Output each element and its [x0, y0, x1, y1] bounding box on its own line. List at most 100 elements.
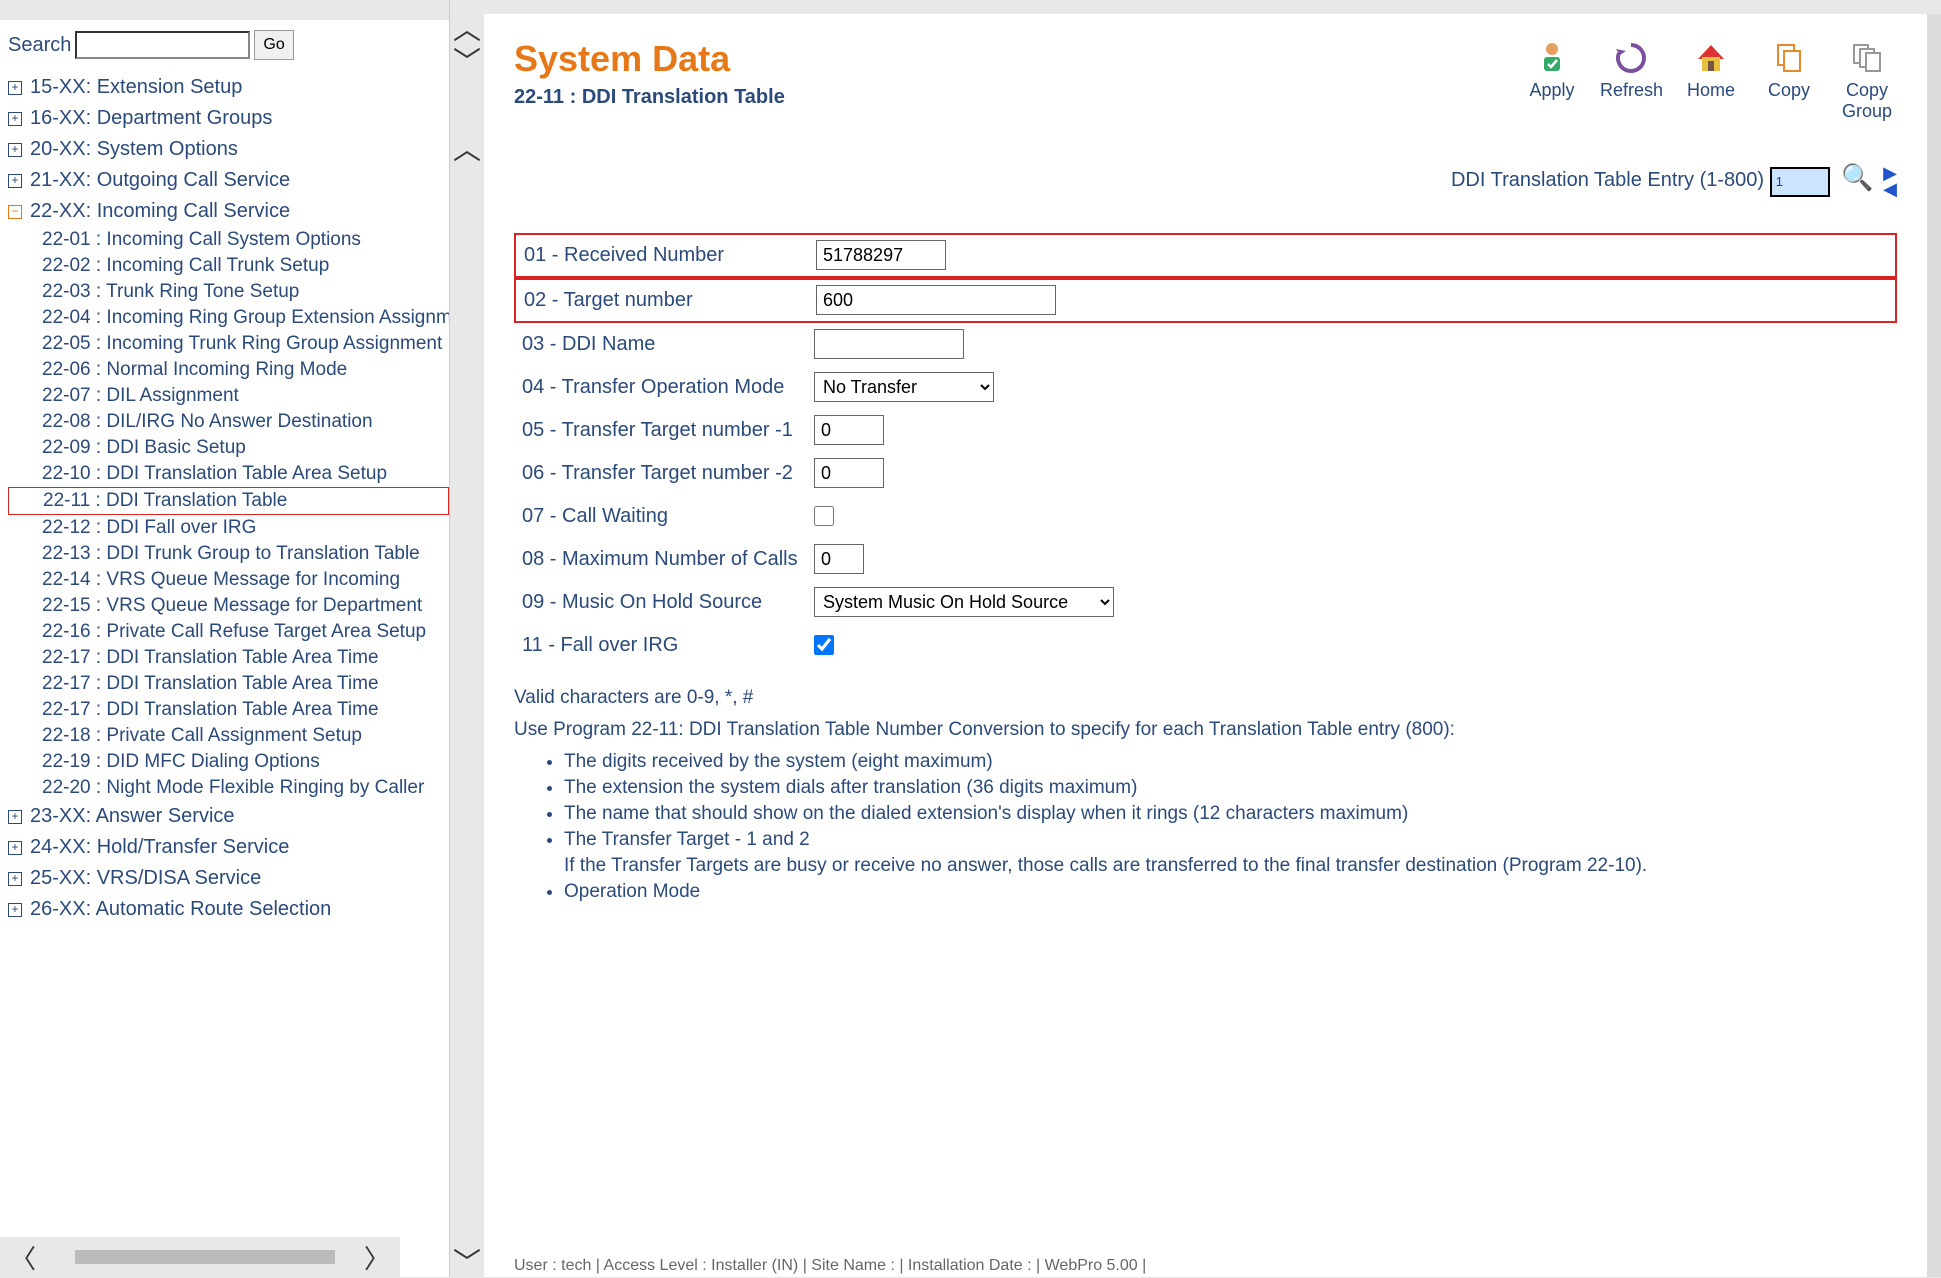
tree-child[interactable]: 22-10 : DDI Translation Table Area Setup: [8, 461, 449, 487]
row-transfer-target-2: 06 - Transfer Target number -2: [514, 452, 1897, 495]
tree-node[interactable]: +21-XX: Outgoing Call Service: [8, 165, 449, 196]
tree-node-label: 20-XX: System Options: [30, 138, 238, 161]
form: 01 - Received Number 02 - Target number …: [514, 233, 1897, 667]
scroll-right-icon[interactable]: 〉: [364, 1239, 390, 1276]
entry-input[interactable]: [1770, 167, 1830, 197]
home-button[interactable]: Home: [1681, 38, 1741, 122]
tree-child[interactable]: 22-18 : Private Call Assignment Setup: [8, 723, 449, 749]
ddi-name-input[interactable]: [814, 329, 964, 359]
lookup-icon[interactable]: 🔍: [1841, 162, 1873, 192]
transfer-target-2-input[interactable]: [814, 458, 884, 488]
collapse-icon[interactable]: −: [8, 205, 22, 219]
help-bullet: If the Transfer Targets are busy or rece…: [564, 855, 1897, 877]
expand-icon[interactable]: +: [8, 174, 22, 188]
bottom-scrollbar[interactable]: 〈 〉: [0, 1237, 400, 1277]
copy-group-icon: [1847, 38, 1887, 78]
tree-node-label: 22-XX: Incoming Call Service: [30, 200, 290, 223]
transfer-mode-select[interactable]: No Transfer: [814, 372, 994, 402]
tree-node[interactable]: +20-XX: System Options: [8, 134, 449, 165]
tree-node[interactable]: +15-XX: Extension Setup: [8, 72, 449, 103]
tree-child[interactable]: 22-15 : VRS Queue Message for Department: [8, 593, 449, 619]
entry-nav-icon[interactable]: ▶◀: [1883, 165, 1897, 197]
tree-node-label: 23-XX: Answer Service: [30, 805, 235, 828]
tree-node[interactable]: +26-XX: Automatic Route Selection: [8, 894, 449, 925]
copy-group-button[interactable]: Copy Group: [1837, 38, 1897, 122]
tree-child[interactable]: 22-02 : Incoming Call Trunk Setup: [8, 253, 449, 279]
tree-node[interactable]: +24-XX: Hold/Transfer Service: [8, 832, 449, 863]
tree-child[interactable]: 22-09 : DDI Basic Setup: [8, 435, 449, 461]
tree-child[interactable]: 22-01 : Incoming Call System Options: [8, 227, 449, 253]
status-bar: User : tech | Access Level : Installer (…: [514, 1257, 1897, 1275]
tree-child[interactable]: 22-06 : Normal Incoming Ring Mode: [8, 357, 449, 383]
page-title: System Data: [514, 38, 785, 80]
tree-child[interactable]: 22-13 : DDI Trunk Group to Translation T…: [8, 541, 449, 567]
expand-icon[interactable]: +: [8, 81, 22, 95]
tree-node-label: 24-XX: Hold/Transfer Service: [30, 836, 289, 859]
expand-icon[interactable]: +: [8, 810, 22, 824]
scrollbar-thumb[interactable]: [75, 1250, 335, 1264]
received-number-input[interactable]: [816, 240, 946, 270]
row-max-calls: 08 - Maximum Number of Calls: [514, 538, 1897, 581]
tree-child[interactable]: 22-19 : DID MFC Dialing Options: [8, 749, 449, 775]
tree-node-22xx[interactable]: − 22-XX: Incoming Call Service: [8, 196, 449, 227]
tree-child[interactable]: 22-04 : Incoming Ring Group Extension As…: [8, 305, 449, 331]
tree-child[interactable]: 22-17 : DDI Translation Table Area Time: [8, 671, 449, 697]
transfer-target-1-input[interactable]: [814, 415, 884, 445]
expand-icon[interactable]: +: [8, 872, 22, 886]
main-content: System Data 22-11 : DDI Translation Tabl…: [484, 14, 1927, 1277]
row-received-number: 01 - Received Number: [514, 233, 1897, 278]
tree-child[interactable]: 22-20 : Night Mode Flexible Ringing by C…: [8, 775, 449, 801]
expand-icon[interactable]: +: [8, 143, 22, 157]
tree-node-label: 25-XX: VRS/DISA Service: [30, 867, 261, 890]
row-fallover-irg: 11 - Fall over IRG: [514, 624, 1897, 667]
scroll-down-icon[interactable]: ﹀: [453, 48, 481, 76]
tree-child[interactable]: 22-14 : VRS Queue Message for Incoming: [8, 567, 449, 593]
page-subtitle: 22-11 : DDI Translation Table: [514, 86, 785, 109]
tree-node-label: 15-XX: Extension Setup: [30, 76, 242, 99]
tree-child[interactable]: 22-12 : DDI Fall over IRG: [8, 515, 449, 541]
tree-child[interactable]: 22-17 : DDI Translation Table Area Time: [8, 645, 449, 671]
moh-source-select[interactable]: System Music On Hold Source: [814, 587, 1114, 617]
search-input[interactable]: [75, 31, 250, 59]
tree-scroll-gutter: ︿ ﹀ ︿ ﹀: [450, 0, 484, 1277]
help-text: Valid characters are 0-9, *, # Use Progr…: [514, 687, 1897, 903]
expand-icon[interactable]: +: [8, 841, 22, 855]
right-scrollbar[interactable]: [1927, 14, 1941, 1277]
tree-node[interactable]: +16-XX: Department Groups: [8, 103, 449, 134]
row-moh-source: 09 - Music On Hold Source System Music O…: [514, 581, 1897, 624]
tree-child[interactable]: 22-08 : DIL/IRG No Answer Destination: [8, 409, 449, 435]
tree-child[interactable]: 22-05 : Incoming Trunk Ring Group Assign…: [8, 331, 449, 357]
sidebar: Search Go +15-XX: Extension Setup+16-XX:…: [0, 0, 450, 1277]
target-number-input[interactable]: [816, 285, 1056, 315]
help-bullet: The digits received by the system (eight…: [564, 751, 1897, 773]
scroll-left-icon[interactable]: 〈: [10, 1239, 36, 1276]
copy-icon: [1769, 38, 1809, 78]
expand-icon[interactable]: +: [8, 112, 22, 126]
fallover-irg-checkbox[interactable]: [814, 635, 834, 655]
scroll-up-icon[interactable]: ︿: [453, 16, 481, 44]
call-waiting-checkbox[interactable]: [814, 506, 834, 526]
nav-tree: +15-XX: Extension Setup+16-XX: Departmen…: [0, 70, 449, 1277]
tree-child[interactable]: 22-11 : DDI Translation Table: [8, 487, 449, 515]
refresh-icon: [1611, 38, 1651, 78]
tree-node[interactable]: +23-XX: Answer Service: [8, 801, 449, 832]
apply-button[interactable]: Apply: [1522, 38, 1582, 122]
tree-child[interactable]: 22-03 : Trunk Ring Tone Setup: [8, 279, 449, 305]
refresh-button[interactable]: Refresh: [1600, 38, 1663, 122]
scroll-up-icon-2[interactable]: ︿: [453, 136, 481, 164]
max-calls-input[interactable]: [814, 544, 864, 574]
search-go-button[interactable]: Go: [254, 30, 293, 60]
expand-icon[interactable]: +: [8, 903, 22, 917]
tree-child[interactable]: 22-07 : DIL Assignment: [8, 383, 449, 409]
tree-child[interactable]: 22-17 : DDI Translation Table Area Time: [8, 697, 449, 723]
toolbar: Apply Refresh Home: [1522, 38, 1897, 122]
help-bullet: The extension the system dials after tra…: [564, 777, 1897, 799]
tree-child[interactable]: 22-16 : Private Call Refuse Target Area …: [8, 619, 449, 645]
help-bullet: The name that should show on the dialed …: [564, 803, 1897, 825]
tree-node-label: 26-XX: Automatic Route Selection: [30, 898, 331, 921]
tree-node[interactable]: +25-XX: VRS/DISA Service: [8, 863, 449, 894]
scroll-down-icon-2[interactable]: ﹀: [453, 1249, 481, 1277]
help-bullet: The Transfer Target - 1 and 2: [564, 829, 1897, 851]
row-transfer-target-1: 05 - Transfer Target number -1: [514, 409, 1897, 452]
copy-button[interactable]: Copy: [1759, 38, 1819, 122]
